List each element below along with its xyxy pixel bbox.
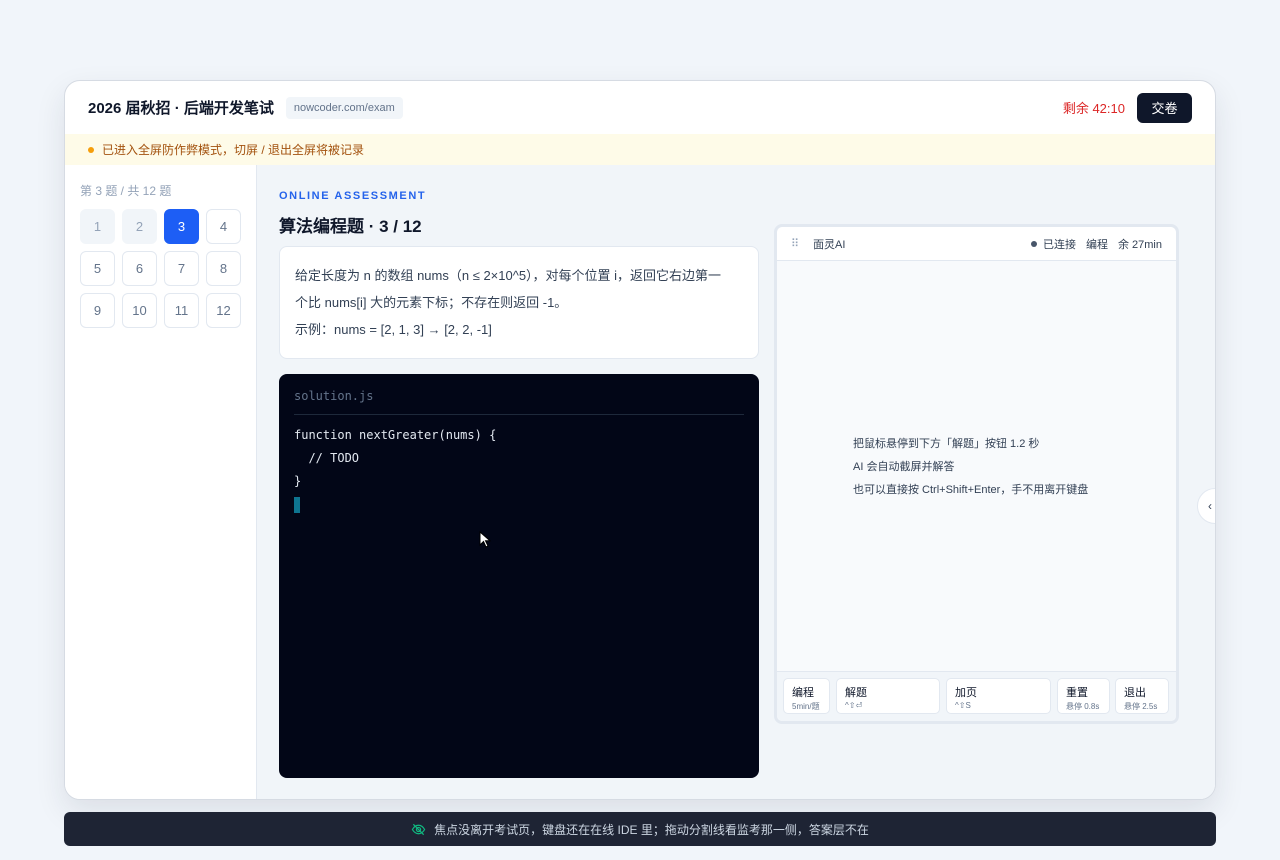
ai-mode: 编程 bbox=[1085, 238, 1108, 251]
exam-header: 2026 届秋招 · 后端开发笔试 nowcoder.com/exam 剩余 4… bbox=[65, 81, 1215, 134]
submit-exam-button[interactable]: 交卷 bbox=[1137, 92, 1192, 123]
question-nav-button[interactable]: 10 bbox=[122, 293, 157, 328]
question-nav-button[interactable]: 4 bbox=[206, 209, 241, 244]
text-caret bbox=[294, 496, 300, 513]
question-nav-button[interactable]: 11 bbox=[164, 293, 199, 328]
code-line: } bbox=[294, 474, 302, 488]
countdown-timer: 剩余 42:10 bbox=[1062, 101, 1125, 116]
button-sublabel: ^⇧S bbox=[955, 701, 971, 710]
code-line: function nextGreater(nums) { bbox=[294, 428, 497, 442]
drag-handle-icon[interactable]: ⠿ bbox=[791, 237, 799, 250]
ai-hint-line: 把鼠标悬停到下方「解题」按钮 1.2 秒 bbox=[853, 438, 1040, 450]
button-label: 重置 bbox=[1066, 687, 1088, 699]
solve-button[interactable]: 解题 ^⇧⏎ bbox=[836, 678, 940, 714]
add-page-button[interactable]: 加页 ^⇧S bbox=[946, 678, 1051, 714]
warning-dot-icon bbox=[88, 146, 94, 153]
editor-file-name: solution.js bbox=[294, 389, 744, 415]
main-area: ONLINE ASSESSMENT 算法编程题 · 3 / 12 给定长度为 n… bbox=[257, 165, 1215, 799]
button-label: 解题 bbox=[845, 687, 867, 699]
code-area[interactable]: function nextGreater(nums) { // TODO} bbox=[294, 424, 744, 516]
question-sidebar: 第 3 题 / 共 12 题 1 2 3 4 5 6 7 8 9 10 11 12 bbox=[65, 165, 257, 799]
mode-coding-button[interactable]: 编程 5min/题 bbox=[783, 678, 830, 714]
button-label: 编程 bbox=[792, 687, 814, 699]
button-sublabel: ^⇧⏎ bbox=[845, 701, 863, 710]
button-label: 加页 bbox=[955, 687, 977, 699]
question-grid: 1 2 3 4 5 6 7 8 9 10 11 12 bbox=[80, 209, 241, 328]
status-toast: 焦点没离开考试页，键盘还在在线 IDE 里；拖动分割线看监考那一侧，答案层不在 bbox=[64, 812, 1216, 846]
question-nav-button[interactable]: 2 bbox=[122, 209, 157, 244]
reset-button[interactable]: 重置 悬停 0.8s bbox=[1057, 678, 1110, 714]
anti-cheat-warning: 已进入全屏防作弊模式，切屏 / 退出全屏将被记录 bbox=[65, 134, 1215, 165]
ai-hint-text: 把鼠标悬停到下方「解题」按钮 1.2 秒 AI 会自动截屏并解答 也可以直接按 … bbox=[853, 433, 1088, 502]
question-count-label: 第 3 题 / 共 12 题 bbox=[80, 184, 172, 198]
warning-text: 已进入全屏防作弊模式，切屏 / 退出全屏将被记录 bbox=[102, 143, 365, 157]
question-nav-button[interactable]: 5 bbox=[80, 251, 115, 286]
chevron-left-icon: ‹ bbox=[1208, 499, 1212, 513]
button-sublabel: 悬停 2.5s bbox=[1124, 702, 1158, 711]
exam-window: 2026 届秋招 · 后端开发笔试 nowcoder.com/exam 剩余 4… bbox=[64, 80, 1216, 800]
ai-panel-header: ⠿ 面灵AI 已连接 编程 余 27min bbox=[777, 227, 1176, 261]
ai-action-bar: 编程 5min/题 解题 ^⇧⏎ 加页 ^⇧S 重置 悬停 0.8s 退出 悬停… bbox=[777, 671, 1176, 721]
ai-remaining-time: 余 27min bbox=[1117, 238, 1162, 251]
toast-text: 焦点没离开考试页，键盘还在在线 IDE 里；拖动分割线看监考那一侧，答案层不在 bbox=[434, 822, 869, 837]
question-nav-button[interactable]: 3 bbox=[164, 209, 199, 244]
code-editor[interactable]: solution.js function nextGreater(nums) {… bbox=[279, 374, 759, 778]
question-nav-button[interactable]: 9 bbox=[80, 293, 115, 328]
question-nav-button[interactable]: 6 bbox=[122, 251, 157, 286]
ai-hint-line: 也可以直接按 Ctrl+Shift+Enter，手不用离开键盘 bbox=[853, 484, 1089, 496]
question-card: 给定长度为 n 的数组 nums（n ≤ 2×10^5），对每个位置 i，返回它… bbox=[279, 246, 759, 359]
question-line: 个比 nums[i] 大的元素下标；不存在则返回 -1。 bbox=[295, 295, 568, 310]
exam-title: 2026 届秋招 · 后端开发笔试 bbox=[88, 100, 274, 117]
connection-status: 已连接 bbox=[1042, 238, 1076, 251]
button-label: 退出 bbox=[1124, 687, 1146, 699]
button-sublabel: 悬停 0.8s bbox=[1066, 702, 1100, 711]
ai-hint-line: AI 会自动截屏并解答 bbox=[853, 461, 955, 473]
exit-button[interactable]: 退出 悬停 2.5s bbox=[1115, 678, 1169, 714]
status-dot-icon bbox=[1030, 240, 1037, 247]
assessment-eyebrow: ONLINE ASSESSMENT bbox=[279, 190, 427, 202]
ai-name: 面灵AI bbox=[813, 238, 846, 251]
code-line: // TODO bbox=[294, 451, 360, 465]
question-example: 示例：nums = [2, 1, 3] → [2, 2, -1] bbox=[295, 322, 492, 337]
mouse-pointer-icon bbox=[479, 531, 492, 548]
question-nav-button[interactable]: 1 bbox=[80, 209, 115, 244]
url-chip: nowcoder.com/exam bbox=[285, 96, 403, 119]
button-sublabel: 5min/题 bbox=[792, 702, 820, 711]
question-title: 算法编程题 · 3 / 12 bbox=[279, 217, 422, 236]
question-nav-button[interactable]: 7 bbox=[164, 251, 199, 286]
ai-assistant-panel: ⠿ 面灵AI 已连接 编程 余 27min 把鼠标悬停到下方「解题」按钮 1.2… bbox=[774, 224, 1179, 724]
question-nav-button[interactable]: 8 bbox=[206, 251, 241, 286]
question-nav-button[interactable]: 12 bbox=[206, 293, 241, 328]
eye-off-icon bbox=[411, 823, 426, 835]
collapse-panel-button[interactable]: ‹ bbox=[1197, 488, 1215, 524]
code-line-caret bbox=[294, 493, 744, 516]
question-line: 给定长度为 n 的数组 nums（n ≤ 2×10^5），对每个位置 i，返回它… bbox=[295, 268, 722, 283]
